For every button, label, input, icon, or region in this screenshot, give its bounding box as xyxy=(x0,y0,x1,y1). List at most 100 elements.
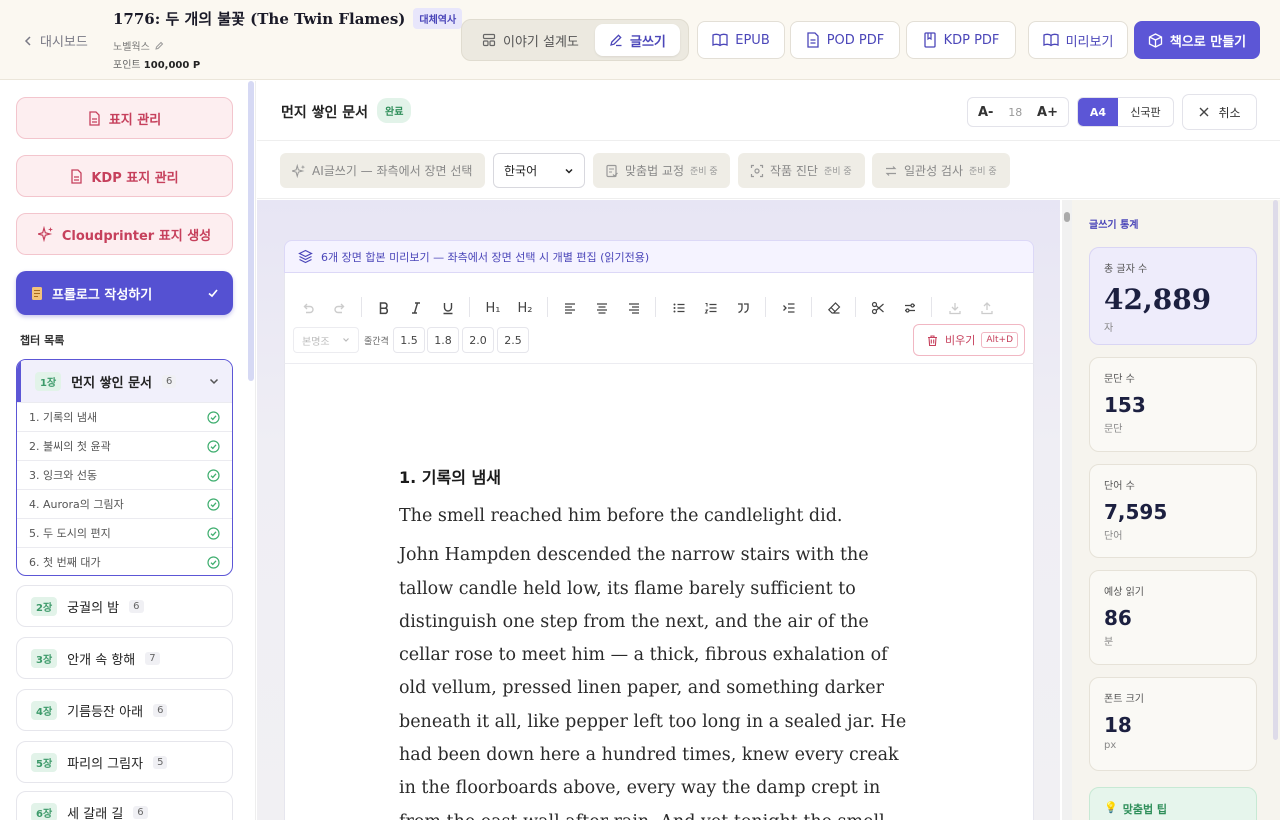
manuscript-page: 1. 기록의 냄새 The smell reached him before t… xyxy=(284,364,1034,820)
spell-check-button[interactable]: 맞춤법 교정 준비 중 xyxy=(593,153,730,188)
bold-button[interactable] xyxy=(371,295,397,321)
stat-label: 폰트 크기 xyxy=(1104,694,1144,705)
import-button[interactable] xyxy=(942,295,968,321)
chapter-item[interactable]: 6장 세 갈래 길 6 xyxy=(16,791,233,820)
epub-button[interactable]: EPUB xyxy=(697,21,785,59)
cloudprinter-cover-button[interactable]: Cloudprinter 표지 생성 xyxy=(16,213,233,255)
scene-header: 먼지 쌓인 문서 완료 A- 18 A+ A4 신국판 취소 xyxy=(257,81,1280,141)
redo-button[interactable] xyxy=(327,295,353,321)
font-family-value: 본명조 xyxy=(302,336,330,348)
check-circle-icon xyxy=(207,497,220,511)
chevron-down-icon xyxy=(209,378,219,385)
stats-scrollbar[interactable] xyxy=(1273,200,1278,740)
heading2-button[interactable]: H₂ xyxy=(512,295,538,321)
scene-item[interactable]: 2. 불씨의 첫 윤곽 xyxy=(17,431,232,460)
line-spacing-option[interactable]: 1.8 xyxy=(427,327,459,353)
scene-item[interactable]: 5. 두 도시의 편지 xyxy=(17,518,232,547)
stat-label: 문단 수 xyxy=(1104,374,1135,385)
make-book-button[interactable]: 책으로 만들기 xyxy=(1134,21,1260,59)
ai-tools-row: AI글쓰기 — 좌측에서 장면 선택 한국어 맞춤법 교정 준비 중 작품 진단… xyxy=(257,141,1280,199)
scene-label: 4. Aurora의 그림자 xyxy=(29,498,124,511)
align-center-button[interactable] xyxy=(589,295,615,321)
toolbar-divider xyxy=(765,297,766,317)
toolbar-divider xyxy=(547,297,548,317)
editor-scrollbar[interactable] xyxy=(1062,200,1072,820)
kdp-cover-manage-button[interactable]: KDP 표지 관리 xyxy=(16,155,233,197)
preview-button[interactable]: 미리보기 xyxy=(1028,21,1128,59)
tab-writing[interactable]: 글쓰기 xyxy=(595,24,680,56)
diagnose-button[interactable]: 작품 진단 준비 중 xyxy=(738,153,865,188)
pod-pdf-label: POD PDF xyxy=(826,32,885,48)
author-row[interactable]: 노벨웍스 xyxy=(113,38,164,53)
heading1-button[interactable]: H₁ xyxy=(480,295,506,321)
consistency-label: 일관성 검사 xyxy=(904,164,964,178)
stat-font-size: 폰트 크기 18 px xyxy=(1089,677,1257,771)
ai-write-button[interactable]: AI글쓰기 — 좌측에서 장면 선택 xyxy=(280,153,485,188)
font-decrease-button[interactable]: A- xyxy=(978,105,993,120)
clear-content-button[interactable]: 비우기 Alt+D xyxy=(913,324,1025,356)
page-size-a4[interactable]: A4 xyxy=(1078,98,1118,126)
check-circle-icon xyxy=(207,439,220,453)
font-increase-button[interactable]: A+ xyxy=(1037,105,1058,120)
write-prologue-button[interactable]: 프롤로그 작성하기 xyxy=(16,271,233,315)
scene-count: 6 xyxy=(153,703,168,717)
export-button[interactable] xyxy=(974,295,1000,321)
make-book-label: 책으로 만들기 xyxy=(1169,34,1247,50)
preparing-badge: 준비 중 xyxy=(690,167,718,177)
cancel-button[interactable]: 취소 xyxy=(1182,94,1257,130)
consistency-button[interactable]: 일관성 검사 준비 중 xyxy=(872,153,1010,188)
preparing-badge: 준비 중 xyxy=(823,167,852,177)
chapter-item[interactable]: 3장 안개 속 항해 7 xyxy=(16,637,233,679)
settings-sliders-button[interactable] xyxy=(897,295,923,321)
status-badge: 완료 xyxy=(377,98,412,123)
align-right-button[interactable] xyxy=(621,295,647,321)
stat-value: 42,889 xyxy=(1104,283,1212,316)
pod-pdf-button[interactable]: POD PDF xyxy=(790,21,900,59)
clear-format-button[interactable] xyxy=(821,295,847,321)
line-spacing-option[interactable]: 1.5 xyxy=(393,327,425,353)
chapter-item[interactable]: 4장 기름등잔 아래 6 xyxy=(16,689,233,731)
line-spacing-option[interactable]: 2.5 xyxy=(497,327,529,353)
align-left-button[interactable] xyxy=(557,295,583,321)
spell-check-icon xyxy=(606,164,618,177)
chapter-item[interactable]: 2장 궁궐의 밤 6 xyxy=(16,585,233,627)
undo-button[interactable] xyxy=(295,295,321,321)
font-family-select[interactable]: 본명조 xyxy=(293,327,359,353)
cover-manage-button[interactable]: 표지 관리 xyxy=(16,97,233,139)
mode-switch: 이야기 설계도 글쓰기 xyxy=(461,19,689,61)
scene-item[interactable]: 6. 첫 번째 대가 xyxy=(17,547,232,575)
pencil-icon xyxy=(155,41,164,50)
book-open-icon xyxy=(1042,33,1059,47)
chapter-list-heading: 챕터 목록 xyxy=(20,334,65,347)
bullet-list-button[interactable] xyxy=(666,295,692,321)
prologue-label: 프롤로그 작성하기 xyxy=(52,287,153,303)
stat-value: 86 xyxy=(1104,606,1132,630)
page-size-shinguk[interactable]: 신국판 xyxy=(1118,98,1173,126)
kdp-pdf-button[interactable]: KDP PDF xyxy=(906,21,1016,59)
chapter-number: 1장 xyxy=(35,371,62,391)
layers-icon xyxy=(298,249,313,264)
scene-item[interactable]: 3. 잉크와 선동 xyxy=(17,460,232,489)
file-icon xyxy=(807,32,819,48)
diagnose-label: 작품 진단 xyxy=(770,164,818,178)
ordered-list-button[interactable] xyxy=(698,295,724,321)
back-to-dashboard-link[interactable]: 대시보드 xyxy=(22,31,88,50)
spelling-tip-card: 💡 맞춤법 팁 xyxy=(1089,787,1257,820)
scene-count: 5 xyxy=(153,755,168,769)
scene-item[interactable]: 1. 기록의 냄새 xyxy=(17,402,232,431)
sidebar-scrollbar[interactable] xyxy=(248,81,254,381)
scene-split-button[interactable] xyxy=(865,295,891,321)
italic-button[interactable] xyxy=(403,295,429,321)
scrollbar-thumb[interactable] xyxy=(1064,212,1070,222)
indent-button[interactable] xyxy=(776,295,802,321)
line-spacing-option[interactable]: 2.0 xyxy=(462,327,494,353)
chapter-item[interactable]: 5장 파리의 그림자 5 xyxy=(16,741,233,783)
scene-item[interactable]: 4. Aurora의 그림자 xyxy=(17,489,232,518)
blockquote-button[interactable] xyxy=(730,295,756,321)
chapter-1-header[interactable]: 1장 먼지 쌓인 문서 6 xyxy=(17,360,232,402)
quote-icon xyxy=(738,303,749,314)
underline-button[interactable] xyxy=(435,295,461,321)
tab-story-design[interactable]: 이야기 설계도 xyxy=(468,24,593,56)
language-select[interactable]: 한국어 xyxy=(493,153,585,188)
stat-unit: 자 xyxy=(1104,323,1114,334)
